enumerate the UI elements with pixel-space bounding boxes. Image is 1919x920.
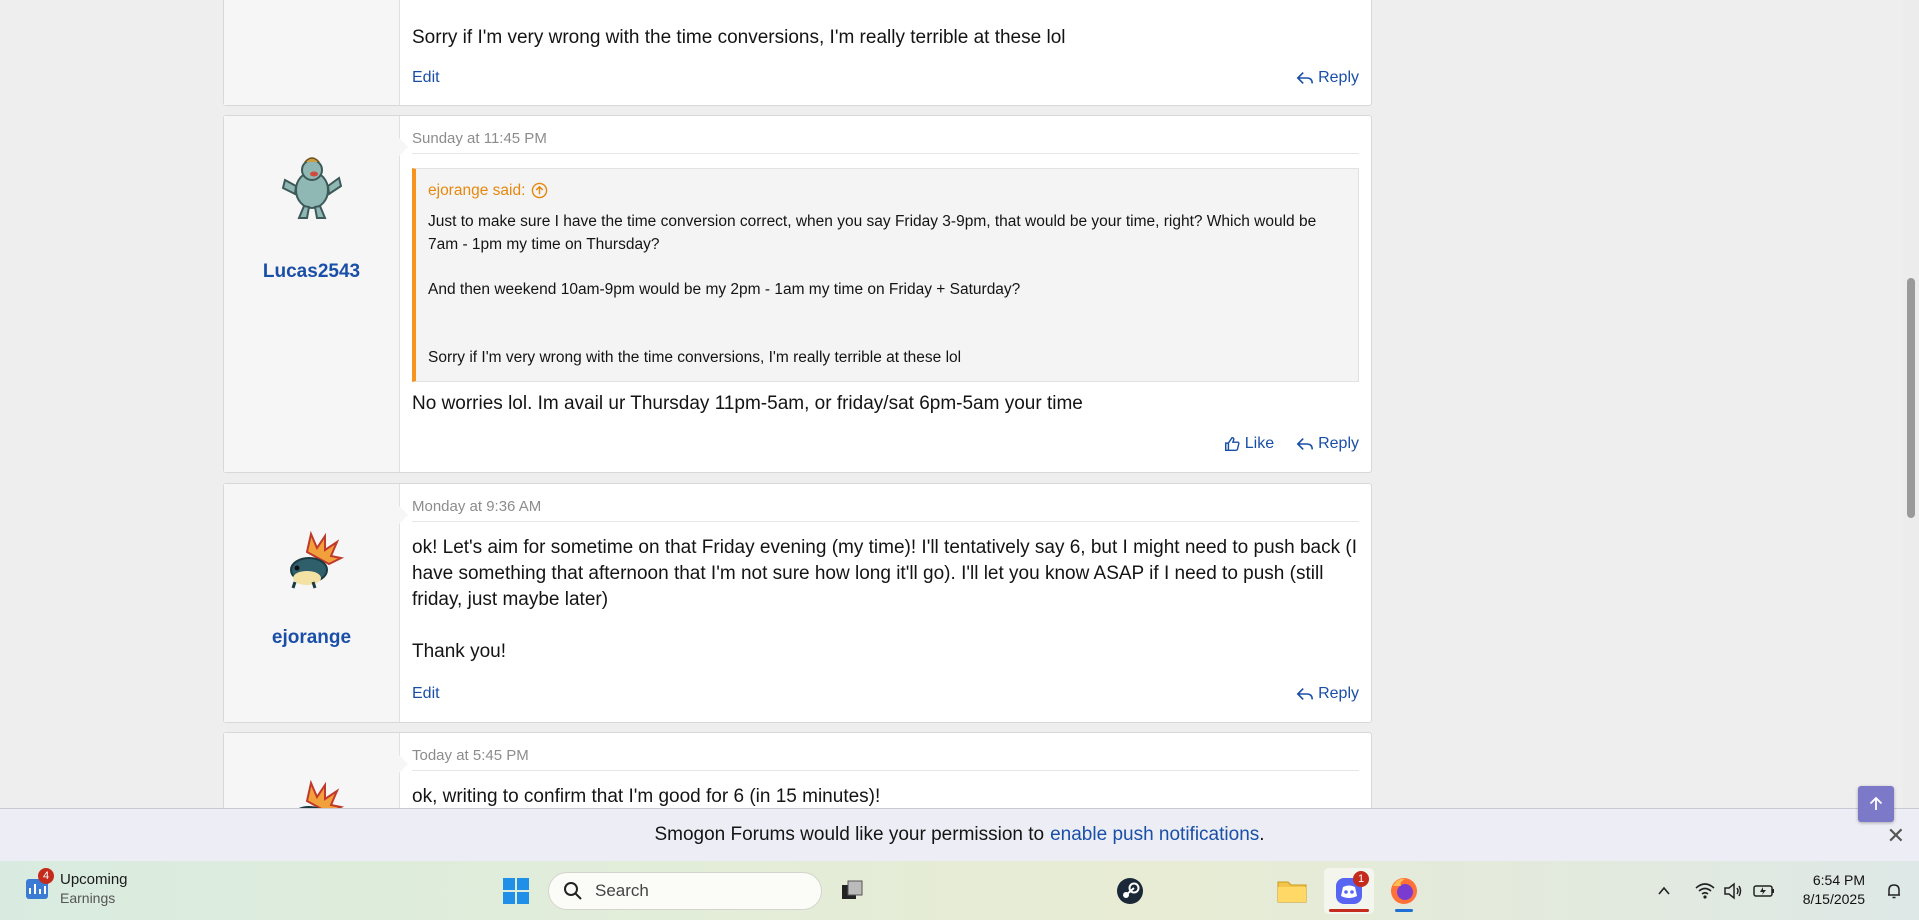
username[interactable]: Lucas2543 bbox=[224, 261, 399, 283]
taskbar-clock[interactable]: 6:54 PM 8/15/2025 bbox=[1803, 871, 1865, 909]
task-view-button[interactable] bbox=[836, 875, 868, 907]
post-user-cell bbox=[224, 733, 408, 808]
wifi-icon bbox=[1695, 883, 1715, 899]
arrow-up-icon bbox=[1869, 796, 1883, 810]
post-previous: Sorry if I'm very wrong with the time co… bbox=[223, 0, 1372, 106]
volume-button[interactable] bbox=[1722, 881, 1744, 901]
like-button[interactable]: Like bbox=[1223, 435, 1274, 453]
post-main-cell: Today at 5:45 PM ok, writing to confirm … bbox=[400, 733, 1371, 808]
reply-button[interactable]: Reply bbox=[1296, 69, 1359, 87]
clock-date: 8/15/2025 bbox=[1802, 891, 1865, 907]
steam-icon bbox=[1117, 878, 1143, 904]
scroll-to-top-button[interactable] bbox=[1858, 786, 1894, 822]
scrollbar-thumb[interactable] bbox=[1907, 278, 1915, 518]
post-lucas2543: Lucas2543 Sunday at 11:45 PM ejorange sa… bbox=[223, 115, 1372, 473]
machop-avatar-icon[interactable] bbox=[277, 152, 347, 222]
chevron-up-icon bbox=[1658, 886, 1670, 895]
firefox-app-button[interactable] bbox=[1382, 868, 1426, 914]
post-main-cell: Sorry if I'm very wrong with the time co… bbox=[400, 0, 1371, 105]
post-latest: Today at 5:45 PM ok, writing to confirm … bbox=[223, 732, 1372, 808]
reply-button[interactable]: Reply bbox=[1296, 685, 1359, 703]
post-user-cell: ejorange bbox=[224, 484, 408, 722]
page-scrollbar[interactable] bbox=[1903, 0, 1919, 808]
quote-line: And then weekend 10am-9pm would be my 2p… bbox=[428, 281, 1021, 298]
windows-taskbar: 4 Upcoming Earnings Search 1 6:54 PM 8/1… bbox=[0, 860, 1919, 920]
reply-button[interactable]: Reply bbox=[1296, 435, 1359, 453]
quote-line: Just to make sure I have the time conver… bbox=[428, 213, 1317, 253]
search-icon bbox=[564, 882, 582, 900]
reply-icon bbox=[1296, 688, 1314, 700]
task-view-icon bbox=[842, 880, 863, 899]
post-body: ok, writing to confirm that I'm good for… bbox=[412, 786, 881, 807]
widget-badge: 4 bbox=[38, 868, 54, 884]
notification-text: Smogon Forums would like your permission… bbox=[654, 824, 1045, 845]
cyndaquil-avatar-icon[interactable] bbox=[277, 530, 347, 600]
windows-logo-icon bbox=[503, 878, 529, 904]
clock-time: 6:54 PM bbox=[1812, 872, 1865, 888]
push-notification-banner: Smogon Forums would like your permission… bbox=[0, 808, 1919, 861]
discord-badge: 1 bbox=[1353, 871, 1369, 887]
firefox-icon bbox=[1391, 878, 1417, 904]
start-button[interactable] bbox=[500, 875, 532, 907]
quote-block: ejorange said: Just to make sure I have … bbox=[412, 168, 1359, 382]
file-explorer-button[interactable] bbox=[1274, 873, 1310, 909]
taskbar-search-box[interactable]: Search bbox=[548, 872, 822, 910]
discord-app-button[interactable]: 1 bbox=[1324, 868, 1374, 914]
widgets-button[interactable]: 4 Upcoming Earnings bbox=[24, 868, 128, 908]
search-placeholder: Search bbox=[595, 881, 649, 900]
close-banner-button[interactable]: ✕ bbox=[1887, 823, 1905, 849]
reply-icon bbox=[1296, 438, 1314, 450]
post-main-cell: Monday at 9:36 AM ok! Let's aim for some… bbox=[400, 484, 1371, 722]
post-body: No worries lol. Im avail ur Thursday 11p… bbox=[412, 393, 1083, 414]
edit-link[interactable]: Edit bbox=[412, 685, 440, 703]
post-body: Sorry if I'm very wrong with the time co… bbox=[412, 27, 1066, 48]
arrow-up-circle-icon[interactable] bbox=[531, 182, 548, 199]
reply-icon bbox=[1296, 72, 1314, 84]
post-timestamp[interactable]: Sunday at 11:45 PM bbox=[412, 130, 1359, 154]
notification-center-button[interactable] bbox=[1883, 881, 1905, 901]
show-hidden-icons-button[interactable] bbox=[1654, 881, 1674, 901]
quote-line: Sorry if I'm very wrong with the time co… bbox=[428, 349, 962, 366]
battery-button[interactable] bbox=[1752, 881, 1776, 901]
bell-icon bbox=[1888, 884, 1900, 899]
post-ejorange: ejorange Monday at 9:36 AM ok! Let's aim… bbox=[223, 483, 1372, 723]
post-user-cell: Lucas2543 bbox=[224, 116, 408, 472]
edit-link[interactable]: Edit bbox=[412, 69, 440, 87]
widget-subtitle: Earnings bbox=[60, 890, 116, 906]
post-timestamp[interactable]: Today at 5:45 PM bbox=[412, 747, 1359, 771]
post-user-cell bbox=[224, 0, 400, 105]
cyndaquil-avatar-icon[interactable] bbox=[277, 779, 347, 808]
post-body: ok! Let's aim for sometime on that Frida… bbox=[412, 537, 1357, 662]
post-timestamp[interactable]: Monday at 9:36 AM bbox=[412, 498, 1359, 522]
widget-title: Upcoming bbox=[60, 871, 128, 888]
enable-push-link[interactable]: enable push notifications bbox=[1050, 824, 1259, 846]
forum-thread-viewport: Sorry if I'm very wrong with the time co… bbox=[0, 0, 1919, 808]
battery-charging-icon bbox=[1753, 885, 1774, 897]
folder-icon bbox=[1277, 881, 1307, 903]
quote-author[interactable]: ejorange said: bbox=[428, 179, 1346, 202]
post-main-cell: Sunday at 11:45 PM ejorange said: Just t… bbox=[400, 116, 1371, 472]
thumbs-up-icon bbox=[1224, 436, 1240, 452]
network-button[interactable] bbox=[1694, 881, 1716, 901]
username[interactable]: ejorange bbox=[224, 627, 399, 649]
steam-app-button[interactable] bbox=[1112, 873, 1148, 909]
speaker-icon bbox=[1724, 882, 1742, 900]
